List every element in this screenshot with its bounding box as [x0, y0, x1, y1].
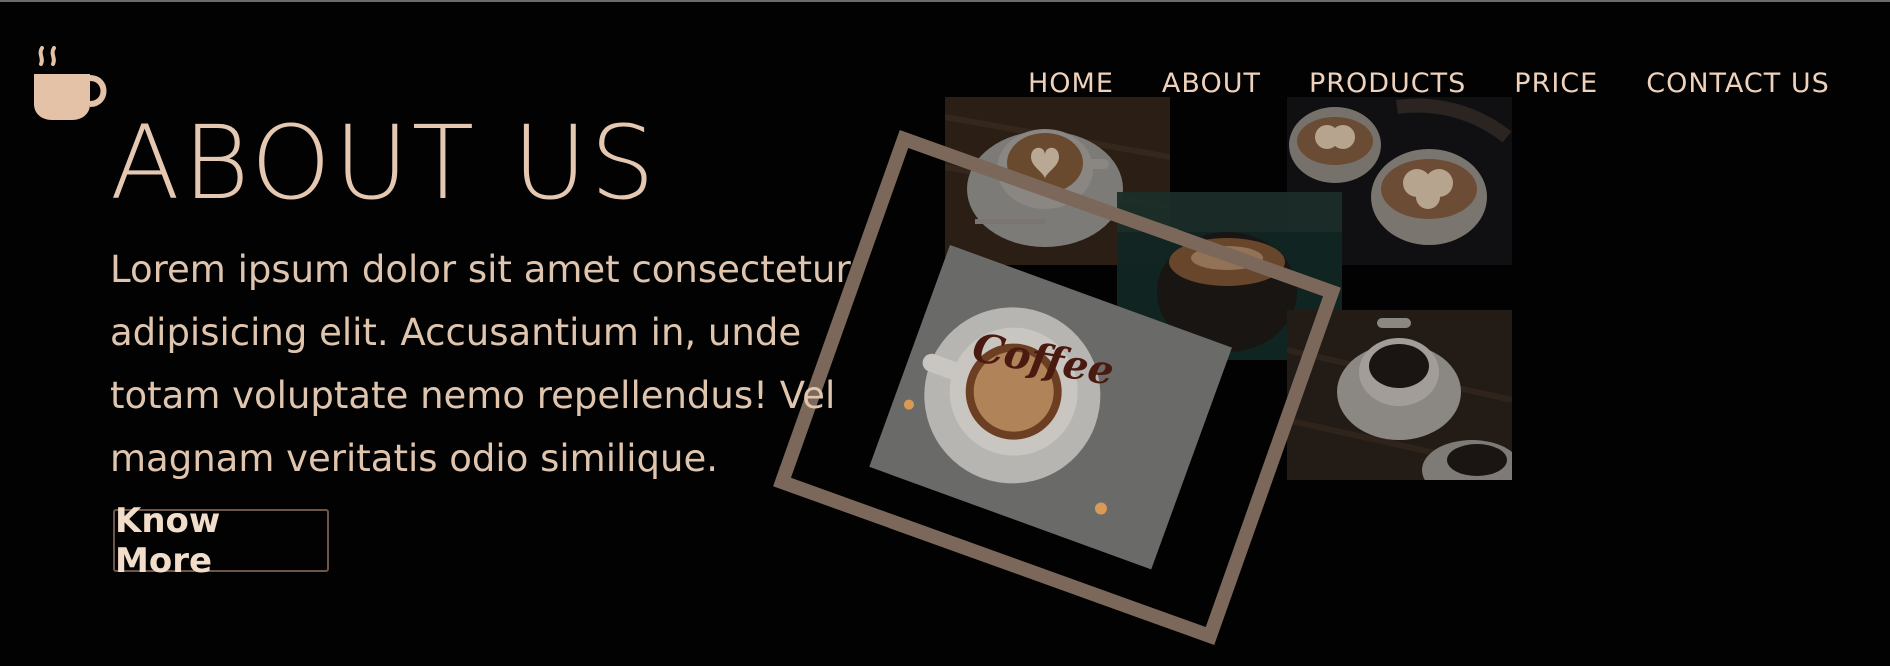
main-nav: HOME ABOUT PRODUCTS PRICE CONTACT US: [1028, 68, 1830, 99]
page-title: ABOUT US: [110, 104, 658, 223]
top-border: [0, 0, 1890, 2]
coffee-cup-icon[interactable]: [32, 46, 112, 126]
know-more-button[interactable]: Know More: [113, 501, 329, 581]
featured-cup-text: Coffee: [969, 323, 1118, 396]
nav-products[interactable]: PRODUCTS: [1309, 68, 1466, 99]
black-coffee-photo: [1287, 310, 1512, 480]
nav-home[interactable]: HOME: [1028, 68, 1114, 99]
nav-contact-us[interactable]: CONTACT US: [1646, 68, 1830, 99]
about-description: Lorem ipsum dolor sit amet consectetur a…: [110, 248, 851, 480]
nav-price[interactable]: PRICE: [1514, 68, 1598, 99]
nav-about[interactable]: ABOUT: [1162, 68, 1261, 99]
